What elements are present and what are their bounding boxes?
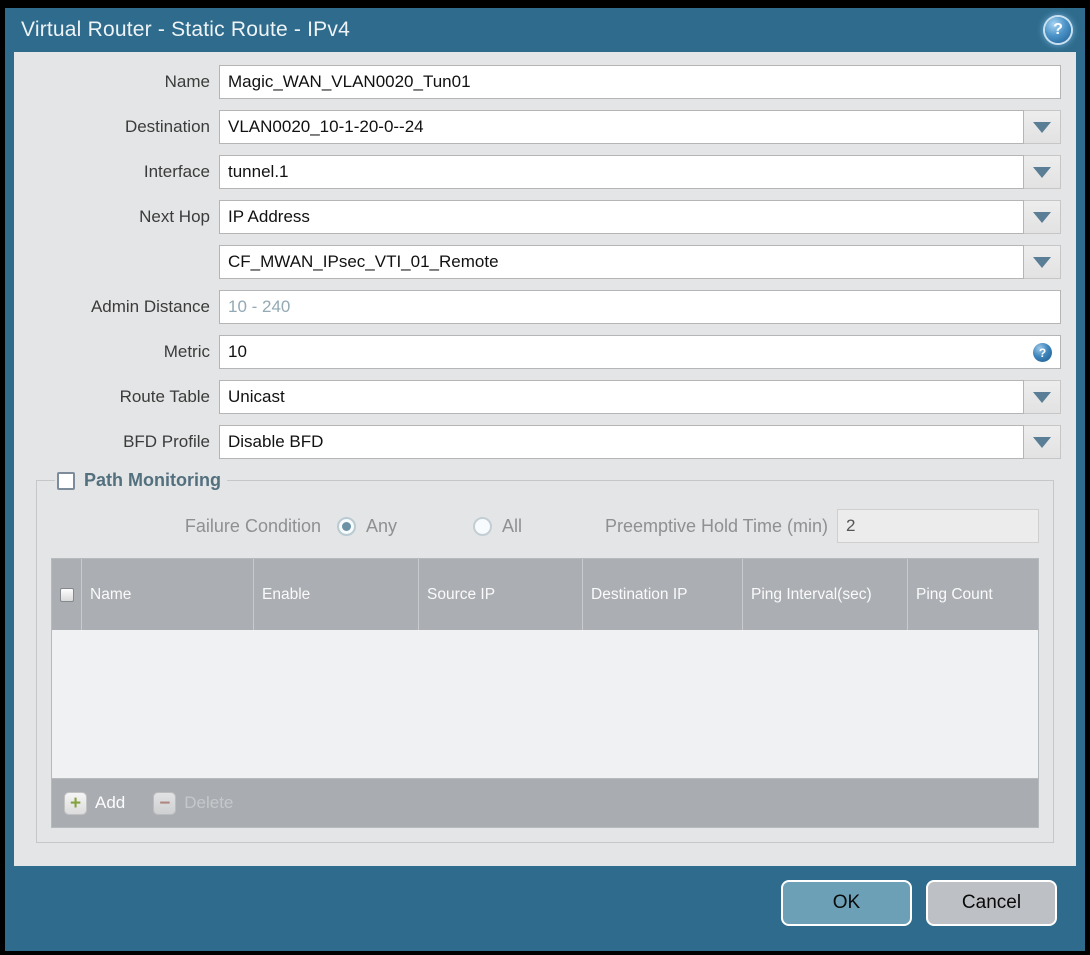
- route-table-row: Route Table: [14, 380, 1076, 414]
- failure-condition-any-radio[interactable]: [337, 516, 356, 536]
- failure-condition-all-label: All: [502, 515, 523, 536]
- chevron-down-icon: [1033, 391, 1051, 403]
- name-row: Name: [14, 65, 1076, 99]
- ok-button[interactable]: OK: [781, 880, 912, 926]
- column-header-ping-interval: Ping Interval(sec): [742, 559, 907, 630]
- metric-help-icon[interactable]: ?: [1033, 343, 1052, 362]
- name-label: Name: [164, 72, 210, 91]
- path-monitoring-group: Path Monitoring Failure Condition Any Al…: [36, 470, 1054, 843]
- metric-input[interactable]: [219, 335, 1061, 369]
- destination-row: Destination: [14, 110, 1076, 144]
- column-header-destination-ip: Destination IP: [582, 559, 742, 630]
- chevron-down-icon: [1033, 436, 1051, 448]
- destination-label: Destination: [124, 117, 210, 136]
- admin-distance-label: Admin Distance: [90, 297, 210, 316]
- next-hop-label: Next Hop: [139, 207, 210, 226]
- plus-icon: +: [64, 791, 87, 815]
- bfd-profile-label: BFD Profile: [123, 432, 210, 451]
- chevron-down-icon: [1033, 256, 1051, 268]
- dialog-title: Virtual Router - Static Route - IPv4: [21, 18, 350, 41]
- column-header-enable: Enable: [253, 559, 418, 630]
- help-icon[interactable]: ?: [1045, 17, 1071, 43]
- dialog-body: Name Destination Interface: [14, 52, 1076, 866]
- next-hop-value-row: [14, 245, 1076, 279]
- next-hop-type-input[interactable]: [219, 200, 1024, 234]
- next-hop-row: Next Hop: [14, 200, 1076, 234]
- next-hop-type-dropdown-button[interactable]: [1024, 200, 1061, 234]
- bfd-profile-row: BFD Profile: [14, 425, 1076, 459]
- failure-condition-row: Failure Condition Any All Preemptive Hol…: [51, 509, 1039, 543]
- path-monitoring-legend: Path Monitoring: [55, 470, 227, 491]
- static-route-dialog: Virtual Router - Static Route - IPv4 ? N…: [0, 0, 1090, 955]
- table-header-row: Name Enable Source IP Destination IP Pin…: [52, 559, 1038, 630]
- destination-input[interactable]: [219, 110, 1024, 144]
- failure-condition-any-label: Any: [366, 515, 398, 536]
- next-hop-address-dropdown-button[interactable]: [1024, 245, 1061, 279]
- failure-condition-label: Failure Condition: [184, 515, 321, 536]
- route-table-dropdown-button[interactable]: [1024, 380, 1061, 414]
- interface-row: Interface: [14, 155, 1076, 189]
- delete-button[interactable]: − Delete: [153, 791, 234, 815]
- failure-condition-all-radio[interactable]: [473, 516, 493, 536]
- path-monitoring-table: Name Enable Source IP Destination IP Pin…: [51, 558, 1039, 828]
- table-body-empty: [52, 630, 1038, 778]
- name-input[interactable]: [219, 65, 1061, 99]
- table-toolbar: + Add − Delete: [52, 778, 1038, 827]
- path-monitoring-checkbox[interactable]: [57, 471, 75, 490]
- column-header-name: Name: [81, 559, 253, 630]
- preemptive-hold-time-label: Preemptive Hold Time (min): [604, 515, 828, 536]
- route-table-input[interactable]: [219, 380, 1024, 414]
- dialog-footer: OK Cancel: [5, 866, 1085, 951]
- chevron-down-icon: [1033, 166, 1051, 178]
- add-button[interactable]: + Add: [64, 791, 126, 815]
- next-hop-address-input[interactable]: [219, 245, 1024, 279]
- bfd-profile-dropdown-button[interactable]: [1024, 425, 1061, 459]
- metric-label: Metric: [163, 342, 210, 361]
- column-header-ping-count: Ping Count: [907, 559, 1038, 630]
- preemptive-hold-time-input[interactable]: [837, 509, 1039, 543]
- interface-dropdown-button[interactable]: [1024, 155, 1061, 189]
- column-header-source-ip: Source IP: [418, 559, 582, 630]
- interface-label: Interface: [143, 162, 210, 181]
- bfd-profile-input[interactable]: [219, 425, 1024, 459]
- route-table-label: Route Table: [119, 387, 210, 406]
- admin-distance-input[interactable]: [219, 290, 1061, 324]
- add-button-label: Add: [95, 793, 126, 812]
- cancel-button[interactable]: Cancel: [926, 880, 1057, 926]
- interface-input[interactable]: [219, 155, 1024, 189]
- chevron-down-icon: [1033, 121, 1051, 133]
- dialog-titlebar: Virtual Router - Static Route - IPv4 ?: [5, 8, 1085, 52]
- minus-icon: −: [153, 791, 177, 815]
- admin-distance-row: Admin Distance: [14, 290, 1076, 324]
- metric-row: Metric ?: [14, 335, 1076, 369]
- chevron-down-icon: [1033, 211, 1051, 223]
- destination-dropdown-button[interactable]: [1024, 110, 1061, 144]
- delete-button-label: Delete: [184, 793, 234, 812]
- table-select-all-checkbox[interactable]: [59, 587, 74, 602]
- path-monitoring-title: Path Monitoring: [84, 470, 221, 490]
